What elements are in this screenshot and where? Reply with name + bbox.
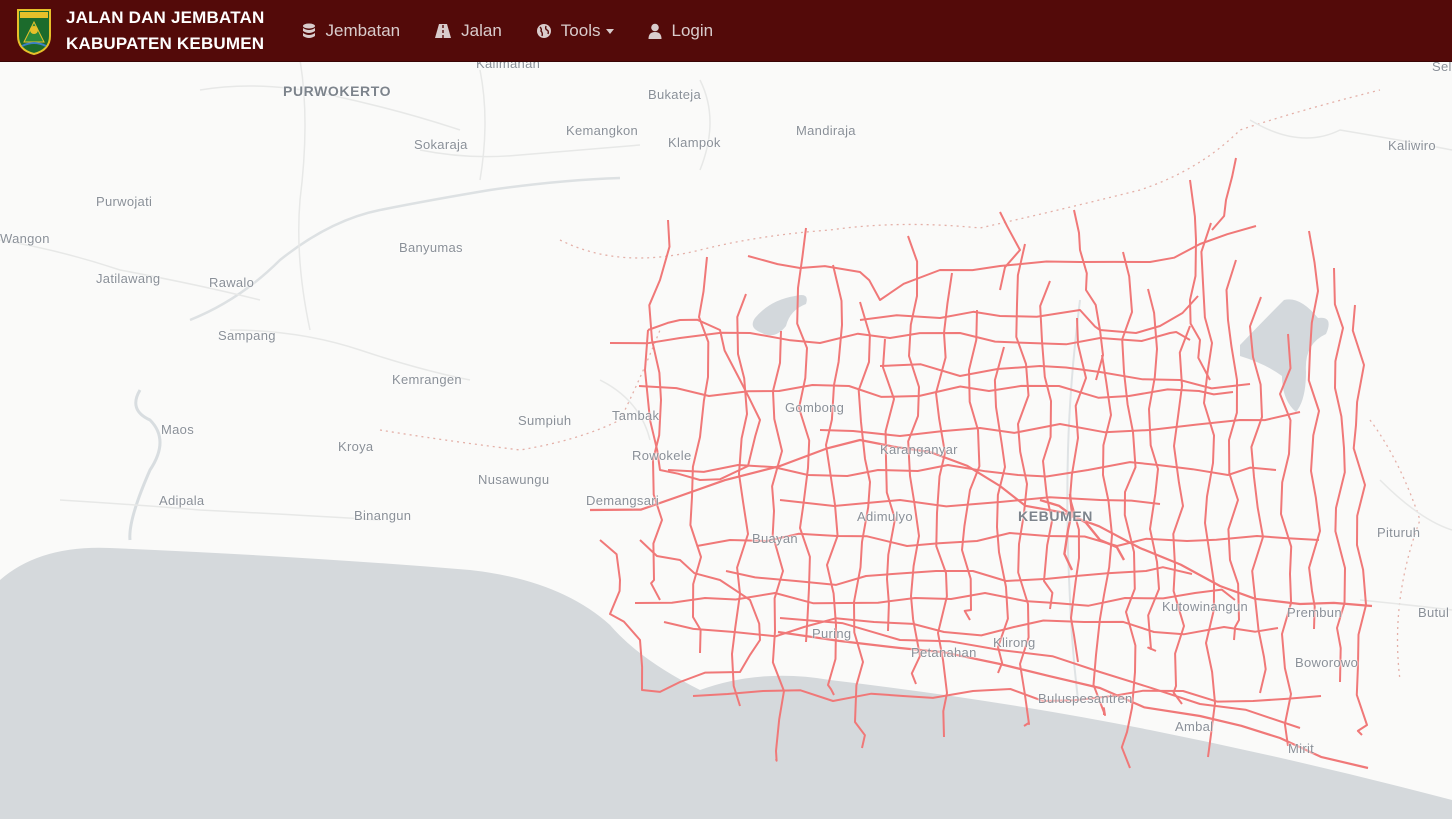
place-label: Butul xyxy=(1418,605,1450,620)
nav-tools[interactable]: Tools xyxy=(536,21,615,41)
road-segment xyxy=(589,438,1373,608)
chevron-down-icon xyxy=(606,29,615,34)
place-label: PURWOKERTO xyxy=(283,83,392,99)
place-label: Prembun xyxy=(1287,605,1342,620)
road-segment xyxy=(935,272,953,738)
place-label: Wangon xyxy=(0,231,50,246)
road-segment xyxy=(879,363,1251,390)
road-segment xyxy=(796,227,811,643)
user-icon xyxy=(648,23,662,39)
sea-area xyxy=(0,547,1452,819)
road-segment xyxy=(609,331,1191,346)
place-label: Klirong xyxy=(993,635,1036,650)
road-segment xyxy=(1039,280,1054,610)
database-icon xyxy=(303,23,316,38)
nav-login[interactable]: Login xyxy=(648,21,713,41)
nav-login-label: Login xyxy=(671,20,714,40)
nav-tools-label: Tools xyxy=(560,20,601,40)
regency-boundary-north xyxy=(559,89,1381,259)
road-segment xyxy=(1073,209,1104,381)
site-title-line2: KABUPATEN KEBUMEN xyxy=(66,33,265,53)
place-label: Buluspesantren xyxy=(1038,691,1133,706)
place-label: Pituruh xyxy=(1377,525,1421,540)
road-network xyxy=(589,157,1373,770)
place-label: Puring xyxy=(812,626,852,641)
place-label: Kroya xyxy=(338,439,374,454)
nav-jembatan[interactable]: Jembatan xyxy=(302,21,400,41)
road-segment xyxy=(1200,222,1216,758)
place-label: Kalimanah xyxy=(476,62,541,71)
road-segment xyxy=(1225,259,1240,641)
road-segment xyxy=(1211,157,1237,231)
road-segment xyxy=(1147,288,1160,652)
place-label: Jatilawang xyxy=(96,271,161,286)
nav-jembatan-label: Jembatan xyxy=(325,20,401,40)
place-label: Bukateja xyxy=(648,87,701,102)
place-label: Binangun xyxy=(354,508,412,523)
nav-jalan[interactable]: Jalan xyxy=(434,21,502,41)
place-label: Klampok xyxy=(668,135,721,150)
river-serayu xyxy=(128,389,162,541)
road-segment xyxy=(731,293,749,707)
road-icon xyxy=(435,23,452,38)
road-segment xyxy=(1307,230,1321,630)
place-label: Gombong xyxy=(785,400,845,415)
road-segment xyxy=(689,256,710,654)
map-background-features xyxy=(0,62,1452,819)
road-segment xyxy=(993,346,1009,674)
place-label: Karanganyar xyxy=(880,442,958,457)
place-label: Ambal xyxy=(1175,719,1214,734)
road-segment xyxy=(1189,179,1211,381)
place-label: Rawalo xyxy=(209,275,255,290)
kebumen-emblem-icon xyxy=(17,8,51,55)
road-segment xyxy=(663,617,1279,638)
place-label: Demangsari xyxy=(586,493,660,508)
place-label: Petanahan xyxy=(911,645,977,660)
place-label: Sel xyxy=(1432,62,1452,74)
road-segment xyxy=(779,496,1161,508)
regency-boundary-east xyxy=(1369,419,1421,681)
road-segment xyxy=(882,338,896,632)
place-label: Adipala xyxy=(159,493,205,508)
site-title-line1: JALAN DAN JEMBATAN xyxy=(66,7,265,27)
road-segment xyxy=(725,566,1193,586)
place-label: Nusawungu xyxy=(478,472,550,487)
place-label: KEBUMEN xyxy=(1018,508,1093,524)
place-label: Sampang xyxy=(218,328,276,343)
place-label: Kaliwiro xyxy=(1388,138,1436,153)
road-segment xyxy=(634,588,1236,607)
map-view[interactable]: Kalimanah PURWOKERTO Bukateja Sel Kemang… xyxy=(0,62,1452,819)
site-title: JALAN DAN JEMBATAN KABUPATEN KEBUMEN xyxy=(66,5,264,57)
road-segment xyxy=(667,461,1277,478)
road-segment xyxy=(853,301,871,749)
place-label: Kemangkon xyxy=(566,123,639,138)
map-canvas[interactable] xyxy=(0,62,1452,819)
nav-jalan-label: Jalan xyxy=(461,20,502,40)
place-label: Sokaraja xyxy=(414,137,468,152)
place-label: Sumpiuh xyxy=(518,413,572,428)
globe-icon xyxy=(536,23,551,38)
place-label: Buayan xyxy=(752,531,798,546)
place-label: Banyumas xyxy=(399,240,463,255)
place-label: Kutowinangun xyxy=(1162,599,1248,614)
place-label: Maos xyxy=(161,422,194,437)
road-segment xyxy=(1351,304,1368,736)
brand[interactable]: JALAN DAN JEMBATAN KABUPATEN KEBUMEN xyxy=(0,0,264,62)
place-label: Rowokele xyxy=(632,448,692,463)
place-label: Boworowo xyxy=(1295,655,1359,670)
road-segment xyxy=(907,235,921,685)
river-luk-ulo xyxy=(1066,299,1081,701)
place-label: Mirit xyxy=(1288,741,1315,756)
road-segment xyxy=(819,411,1301,437)
road-segment xyxy=(747,225,1257,301)
place-label: Mandiraja xyxy=(796,123,856,138)
place-label: Kemrangen xyxy=(392,372,462,387)
navbar: JALAN DAN JEMBATAN KABUPATEN KEBUMEN Jem… xyxy=(0,0,1452,62)
main-nav: Jembatan Jalan Tools Login xyxy=(302,21,747,41)
place-label: Adimulyo xyxy=(857,509,913,524)
place-label: Tambak xyxy=(612,408,660,423)
regency-boundary-west xyxy=(379,329,661,451)
place-label: Purwojati xyxy=(96,194,153,209)
